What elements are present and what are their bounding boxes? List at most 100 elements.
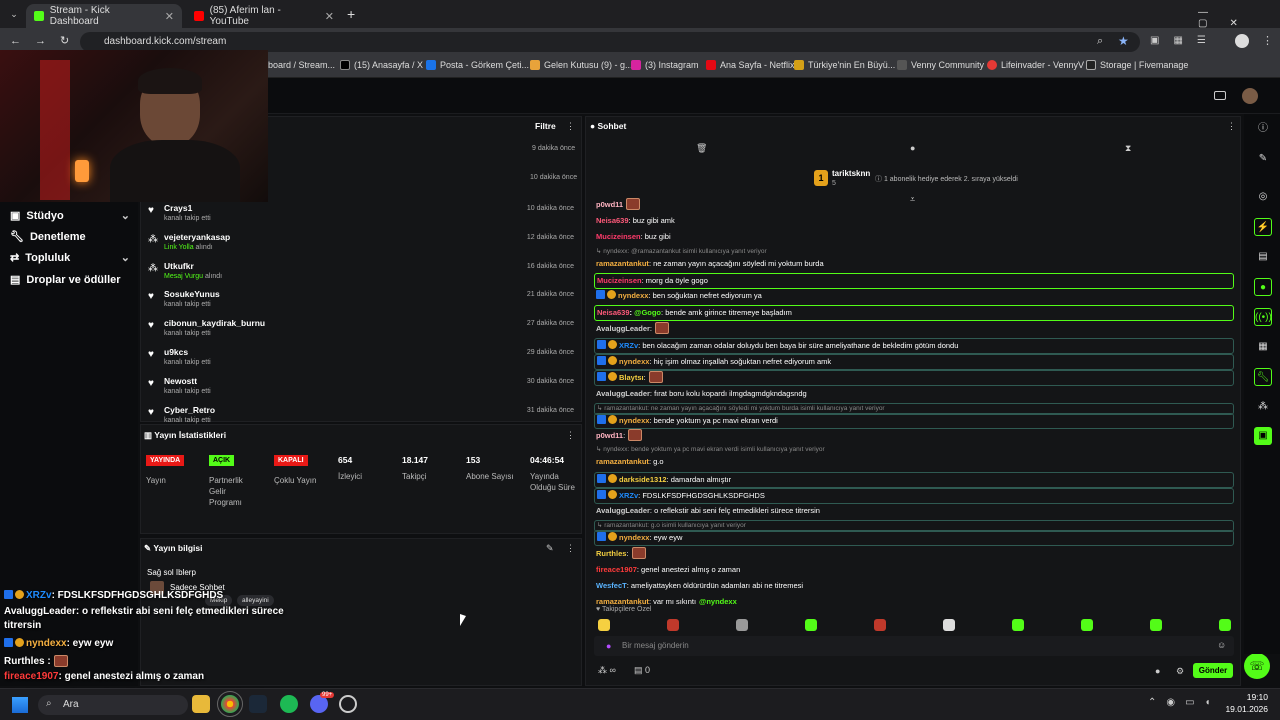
tab-search-icon[interactable]: ⌄ (6, 6, 22, 22)
mention[interactable]: @Gogo (634, 308, 661, 317)
quick-emote-icon[interactable] (874, 619, 886, 631)
chat-username[interactable]: nyndexx (619, 357, 649, 366)
more-icon[interactable]: ⋮ (566, 121, 575, 132)
quick-emote-icon[interactable] (943, 619, 955, 631)
hourglass-icon[interactable]: ⧗ (1125, 143, 1131, 154)
chat-username[interactable]: XRZv (619, 341, 638, 350)
bookmark-item[interactable]: (3) Instagram (631, 60, 699, 70)
bookmark-item[interactable]: Lifeinvader - VennyV (987, 60, 1084, 70)
sidebar-item-community[interactable]: ⇄ Topluluk ⌄ (10, 251, 130, 265)
tag-chip[interactable]: alleyayini (237, 595, 274, 606)
mention[interactable]: @nyndexx (699, 597, 737, 606)
camera-icon[interactable]: ◎ (1254, 188, 1272, 206)
chat-message[interactable]: nyndexx: bende yoktum ya pc mavi ekran v… (594, 412, 1234, 429)
chat-message[interactable]: nyndexx: eyw eyw (594, 530, 1234, 547)
chat-message[interactable]: XRZv: ben olacağım zaman odalar doluydu … (594, 337, 1234, 354)
chat-bubble-icon[interactable]: ● (910, 143, 915, 153)
nodes-icon[interactable]: ⁂ (1254, 398, 1272, 416)
chat-username[interactable]: Mucizeinsen (596, 232, 641, 241)
chat-message[interactable]: ramazantankut: ne zaman yayın açacağını … (594, 257, 1234, 271)
channel-points[interactable]: ⁂ ∞ (598, 665, 616, 676)
chat-message[interactable]: Neisa639: @Gogo: bende amk girince titre… (594, 305, 1234, 322)
bookmark-item[interactable]: Türkiye'nin En Büyü... (794, 60, 895, 70)
lightning-icon[interactable]: ⚡ (1254, 218, 1272, 236)
edit-icon[interactable]: ✎ (546, 543, 554, 554)
chat-username[interactable]: XRZv (619, 491, 638, 500)
chat-message[interactable]: p0wd11: (594, 429, 1234, 443)
activity-row[interactable]: ♥ u9kcs kanalı takip etti 29 dakika önce (146, 344, 578, 373)
address-bar[interactable]: dashboard.kick.com/stream (80, 32, 1140, 52)
chat-reply-context[interactable]: ↳ nyndexx: @ramazantankut isimli kullanı… (594, 247, 1234, 257)
chat-username[interactable]: WesfecT (596, 581, 627, 590)
taskbar-search[interactable] (38, 695, 188, 715)
kick-app-icon[interactable]: ▣ (1254, 427, 1272, 445)
chat-username[interactable]: ramazantankut (596, 259, 649, 268)
activity-row[interactable]: ♥ Newostt kanalı takip etti 30 dakika önce (146, 373, 578, 402)
quick-emote-icon[interactable] (1150, 619, 1162, 631)
user-avatar[interactable] (1242, 88, 1258, 104)
sidebar-item-studio[interactable]: ▣ Stüdyo ⌄ (10, 209, 130, 223)
bookmark-item[interactable]: (15) Anasayfa / X (340, 60, 423, 70)
chat-message[interactable]: Rurthles: (594, 546, 1234, 561)
info-icon[interactable]: ⓘ (1254, 120, 1272, 138)
chat-username[interactable]: nyndexx (618, 291, 648, 300)
chat-message[interactable]: fireace1907: genel anestezi almış o zama… (594, 563, 1234, 577)
points-balance[interactable]: ▤ 0 (634, 665, 650, 676)
chat-message[interactable]: nyndexx: hiç işim olmaz inşallah soğukta… (594, 354, 1234, 371)
trash-icon[interactable]: 🗑︎ (696, 143, 707, 154)
quick-emote-icon[interactable] (598, 619, 610, 631)
chat-message[interactable]: AvaluggLeader: fırat boru kolu kopardı i… (594, 387, 1234, 401)
chat-username[interactable]: AvaluggLeader (596, 324, 650, 333)
activity-row[interactable]: ♥ SosukeYunus kanalı takip etti 21 dakika ö… (146, 286, 578, 315)
bookmark-item[interactable]: Posta - Görkem Çeti... (426, 60, 529, 70)
steam-icon[interactable] (249, 695, 267, 713)
bookmark-item[interactable]: board / Stream... (268, 60, 335, 70)
quick-emote-icon[interactable] (1012, 619, 1024, 631)
tab-close-icon[interactable]: ✕ (165, 10, 174, 23)
clipboard-icon[interactable]: ▤ (1254, 248, 1272, 266)
bookmark-item[interactable]: Storage | Fivemanage (1086, 60, 1188, 70)
sidebar-item-drops[interactable]: ▤ Droplar ve ödüller (10, 273, 130, 287)
extension-icons[interactable]: ▣▦☰ (1150, 35, 1220, 46)
chat-username[interactable]: Neisa639 (597, 308, 630, 317)
send-button[interactable]: Gönder (1193, 663, 1233, 678)
activity-row[interactable]: ⁂ Utkufkr Mesaj Vurgu alındı 16 dakika önce (146, 258, 578, 287)
tab-kick-dashboard[interactable]: Stream - Kick Dashboard ✕ (26, 4, 182, 28)
chat-username[interactable]: Neisa639 (596, 216, 629, 225)
chat-message[interactable]: Mucizeinsen: morg da öyle gogo (594, 272, 1234, 289)
microphone-icon[interactable]: ● (606, 641, 611, 651)
chat-username[interactable]: ramazantankut (596, 597, 649, 606)
chat-username[interactable]: p0wd11 (596, 200, 623, 209)
windows-start-icon[interactable] (12, 697, 28, 713)
chat-message[interactable]: nyndexx: ben soğuktan nefret ediyorum ya (594, 289, 1234, 303)
chat-icon[interactable]: ● (1254, 278, 1272, 296)
chat-message[interactable]: Neisa639: buz gibi amk (594, 214, 1234, 228)
more-icon[interactable]: ⋮ (566, 543, 575, 554)
sidebar-item-moderation[interactable]: 🔧︎ Denetleme (10, 230, 130, 244)
more-icon[interactable]: ⋮ (566, 430, 575, 441)
chat-message[interactable]: ramazantankut: var mı sıkıntı @nyndexx (594, 595, 1234, 609)
bookmark-item[interactable]: Ana Sayfa - Netflix (706, 60, 795, 70)
nav-buttons[interactable]: ←→↻ (10, 34, 83, 47)
quick-emote-icon[interactable] (1219, 619, 1231, 631)
chat-message[interactable]: Mucizeinsen: buz gibi (594, 230, 1234, 244)
filter-button[interactable]: Filtre (535, 121, 556, 131)
chat-message[interactable]: ramazantankut: g.o (594, 455, 1234, 469)
zoom-icon[interactable]: ⌕ (1097, 35, 1103, 48)
menu-icon[interactable]: ⋮ (1262, 34, 1273, 47)
chat-message[interactable]: WesfecT: ameliyattayken öldürürdün adaml… (594, 579, 1234, 593)
gear-icon[interactable]: ⚙ (1176, 666, 1184, 677)
layout-icon[interactable]: ▦ (1254, 338, 1272, 356)
quick-emote-icon[interactable] (805, 619, 817, 631)
emoji-icon[interactable]: ☺ (1217, 640, 1226, 650)
broadcast-icon[interactable]: ((•)) (1254, 308, 1272, 326)
chat-username[interactable]: nyndexx (619, 533, 649, 542)
chat-input[interactable] (594, 636, 1234, 656)
tab-close-icon[interactable]: ✕ (325, 10, 334, 23)
chat-username[interactable]: p0wd11 (596, 431, 623, 440)
quick-emote-icon[interactable] (1081, 619, 1093, 631)
chat-username[interactable]: AvaluggLeader (596, 506, 650, 515)
wrench-icon[interactable]: 🔧︎ (1254, 368, 1272, 386)
chat-username[interactable]: Blaytsı (619, 373, 644, 382)
quick-emote-icon[interactable] (736, 619, 748, 631)
